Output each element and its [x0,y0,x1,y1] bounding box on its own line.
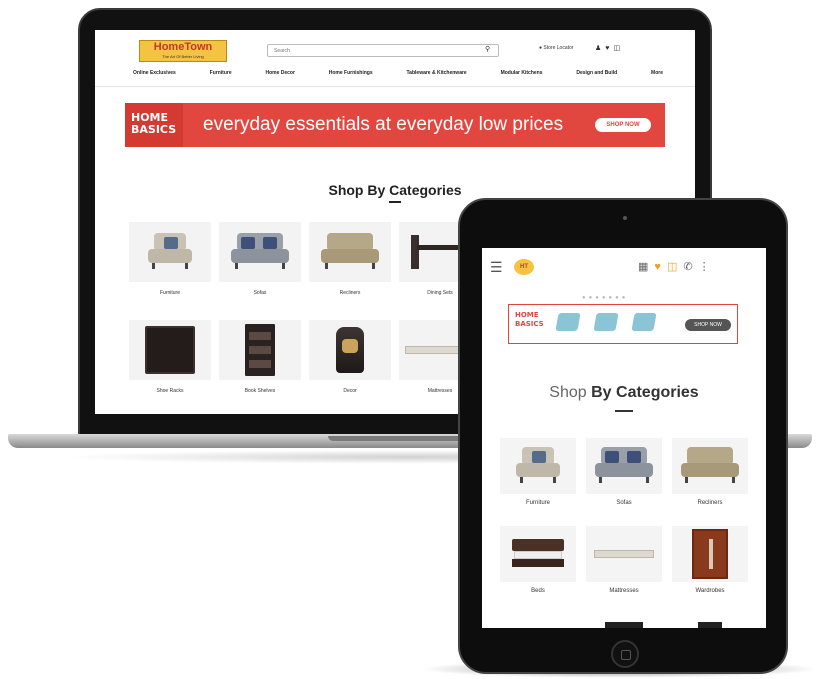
banner-text: everyday essentials at everyday low pric… [203,114,564,135]
category-image [586,526,662,582]
header-divider [95,86,695,87]
desktop-header: HomeTown The Art Of Better Living ⚲ ● St… [95,30,695,74]
wishlist-icon[interactable]: ♥ [654,261,667,273]
cart-icon[interactable]: ◫ [613,45,624,52]
section-title: Shop By Categories [328,182,462,198]
section-title-light: Shop [549,384,587,401]
section-title-underline [615,410,633,412]
category-card-wardrobes[interactable]: Wardrobes [672,526,748,602]
category-card-shoe-racks[interactable]: Shoe Racks [129,320,211,400]
category-image [309,320,391,380]
category-label: Recliners [697,500,723,506]
laptop-notch [328,436,468,441]
shop-now-button[interactable]: SHOP NOW [685,319,731,331]
category-card-sofas[interactable]: Sofas [586,438,662,514]
tablet-screen: ☰ HT ▦♥◫✆⋮ ●●●●●●● HOME BASICS SHOP NOW … [482,248,766,628]
category-label: Book Shelves [244,388,276,394]
category-card-book-shelves[interactable]: Book Shelves [219,320,301,400]
category-label: Mattresses [609,588,639,594]
category-card-sofas[interactable]: Sofas [219,222,301,302]
home-basics-banner[interactable]: HOME BASICS everyday essentials at every… [125,103,665,147]
nav-home-furnishings[interactable]: Home Furnishings [329,70,373,80]
category-card-recliners[interactable]: Recliners [309,222,391,302]
category-card-beds[interactable]: Beds [500,526,576,602]
category-image [672,526,748,582]
camera-icon [623,216,627,220]
category-card-recliners[interactable]: Recliners [672,438,748,514]
category-label: Beds [531,588,545,594]
category-card-decor[interactable]: Decor [309,320,391,400]
nav-home-decor[interactable]: Home Decor [265,70,294,80]
partial-category-image [605,622,643,628]
category-card-mattresses[interactable]: Mattresses [586,526,662,602]
banner-brand-line2: BASICS [131,123,177,136]
banner-brand-line1: HOME [515,311,539,319]
carousel-dots[interactable]: ●●●●●●● [582,295,628,301]
banner-brand: HOME BASICS [515,311,544,339]
nav-tableware[interactable]: Tableware & Kitchenware [407,70,467,80]
banner-product-images [555,313,657,331]
hometown-logo[interactable]: HomeTown The Art Of Better Living [139,40,227,62]
category-image [129,222,211,282]
logo-name: HomeTown [153,41,213,53]
tablet-header-icons: ▦♥◫✆⋮ [638,260,716,273]
section-title: Shop By Categories [482,384,766,402]
category-image [129,320,211,380]
cart-icon[interactable]: ◫ [667,261,683,273]
category-label: Furniture [525,500,550,506]
category-label: Shoe Racks [156,388,184,394]
shop-now-button[interactable]: SHOP NOW [595,118,651,132]
nav-modular-kitchens[interactable]: Modular Kitchens [501,70,543,80]
nav-design-build[interactable]: Design and Build [576,70,617,80]
category-card-furniture[interactable]: Furniture [129,222,211,302]
banner-brand-line2: BASICS [515,320,544,328]
hamburger-menu-icon[interactable]: ☰ [490,259,503,276]
nav-online-exclusives[interactable]: Online Exclusives [133,70,176,80]
category-image [309,222,391,282]
main-nav: Online Exclusives Furniture Home Decor H… [133,70,663,80]
search-icon[interactable]: ⚲ [485,45,490,53]
user-icon[interactable]: ♟ [595,45,605,52]
category-label: Sofas [253,290,267,296]
section-title-underline [389,201,401,203]
nav-furniture[interactable]: Furniture [210,70,232,80]
header-icons: ♟♥◫ [595,44,624,52]
category-image [500,438,576,494]
category-card-furniture[interactable]: Furniture [500,438,576,514]
phone-icon[interactable]: ✆ [683,261,698,273]
category-image [586,438,662,494]
nav-more[interactable]: More [651,70,663,80]
home-basics-banner[interactable]: HOME BASICS SHOP NOW [508,304,738,344]
category-image [219,222,301,282]
logo-tagline: The Art Of Better Living [162,54,204,59]
home-button-icon[interactable] [611,640,639,668]
store-icon[interactable]: ▦ [638,261,654,273]
section-title-bold: By Categories [591,384,699,401]
search-input[interactable] [267,44,499,57]
category-label: Furniture [159,290,180,296]
store-locator-label: Store Locator [543,45,574,51]
category-image [219,320,301,380]
store-locator-link[interactable]: ● Store Locator [539,45,573,51]
category-label: Wardrobes [695,588,725,594]
category-image [672,438,748,494]
category-label: Decor [343,388,357,394]
hometown-logo-badge[interactable]: HT [514,259,534,275]
more-options-icon[interactable]: ⋮ [699,261,716,273]
device-mockup-stage: HomeTown The Art Of Better Living ⚲ ● St… [0,0,819,679]
category-image [500,526,576,582]
banner-brand: HOME BASICS [125,103,183,147]
category-label: Recliners [339,290,361,296]
partial-category-image [698,622,722,628]
category-label: Sofas [616,500,632,506]
